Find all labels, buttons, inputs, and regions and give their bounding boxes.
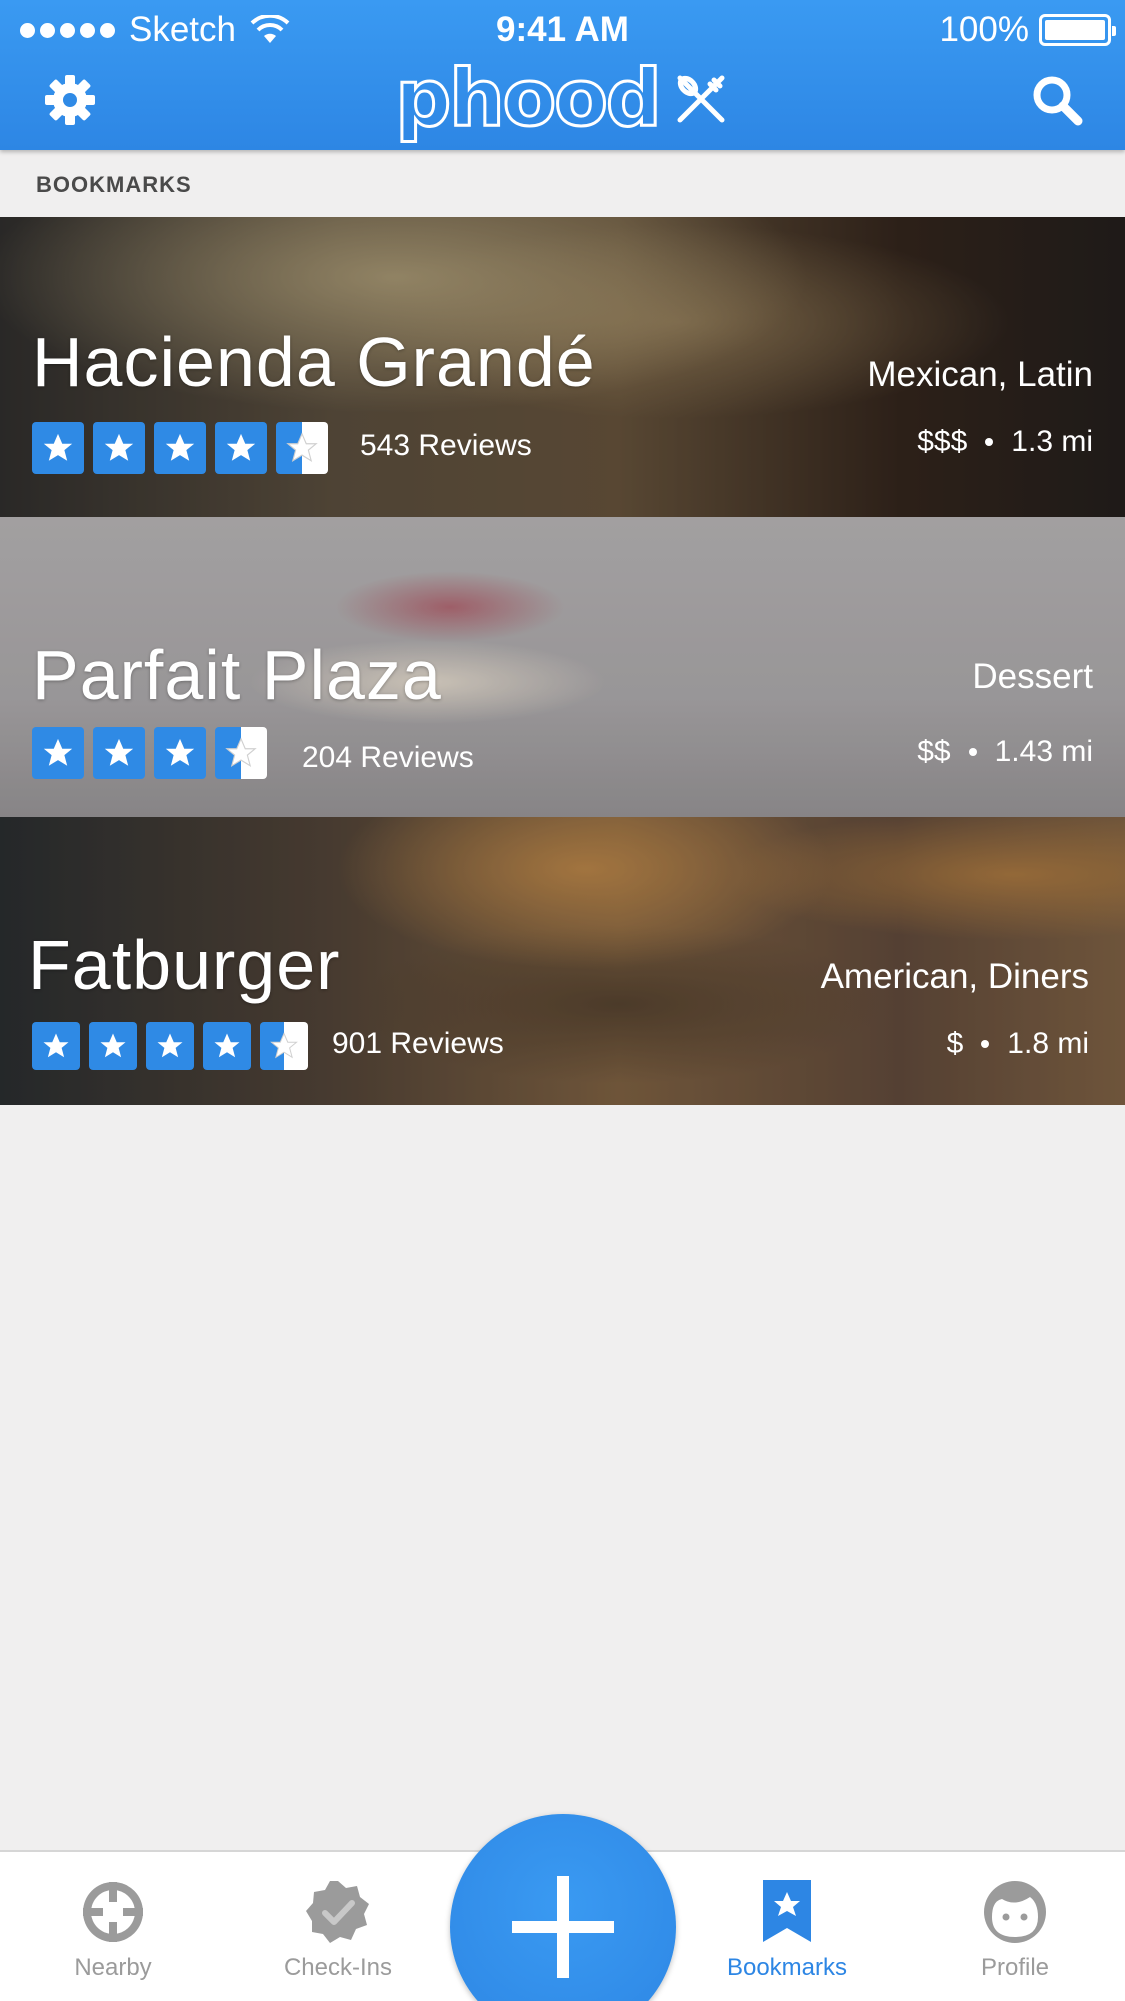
restaurant-cuisine: Dessert [972, 657, 1093, 696]
star-icon [32, 1022, 80, 1070]
rating-stars [32, 422, 328, 474]
crosshair-icon [77, 1876, 149, 1948]
app-logo: phood [0, 56, 1125, 141]
star-icon [93, 727, 145, 779]
battery-group: 100% [939, 10, 1116, 50]
bookmark-icon [751, 1876, 823, 1948]
separator-dot [981, 1040, 990, 1048]
price-level: $$ [917, 735, 951, 768]
battery-icon [1039, 14, 1116, 46]
logo-wordmark: phood [394, 53, 663, 144]
review-count: 901 Reviews [332, 1027, 504, 1060]
plus-icon [512, 1876, 614, 1978]
restaurant-cuisine: American, Diners [820, 957, 1089, 996]
face-icon [979, 1876, 1051, 1948]
rating-stars [32, 727, 267, 779]
battery-percent: 100% [939, 10, 1029, 49]
star-icon [146, 1022, 194, 1070]
utensils-logo-icon [677, 75, 725, 122]
star-icon [203, 1022, 251, 1070]
tab-bookmarks[interactable]: Bookmarks [697, 1852, 877, 2001]
half-star-icon [276, 422, 328, 474]
tab-nearby[interactable]: Nearby [23, 1852, 203, 2001]
star-icon [154, 422, 206, 474]
price-distance: $ 1.8 mi [947, 1027, 1089, 1061]
rating-stars [32, 1022, 308, 1070]
restaurant-name: Hacienda Grandé [32, 323, 596, 401]
section-label: BOOKMARKS [36, 172, 192, 197]
price-distance: $$ 1.43 mi [917, 735, 1093, 769]
star-icon [93, 422, 145, 474]
restaurant-name: Fatburger [28, 926, 341, 1004]
restaurant-name: Parfait Plaza [32, 636, 442, 714]
star-icon [215, 422, 267, 474]
tab-check-ins[interactable]: Check-Ins [248, 1852, 428, 2001]
price-distance: $$$ 1.3 mi [917, 425, 1093, 459]
distance: 1.43 mi [994, 735, 1093, 768]
separator-dot [968, 748, 977, 756]
review-count: 204 Reviews [302, 741, 474, 774]
status-bar: Sketch 9:41 AM 100% [0, 0, 1125, 60]
separator-dot [985, 438, 994, 446]
tab-label: Check-Ins [283, 1954, 393, 1981]
half-star-icon [260, 1022, 308, 1070]
review-count: 543 Reviews [360, 429, 532, 462]
price-level: $$$ [917, 425, 968, 458]
restaurant-card[interactable]: Parfait Plaza Dessert 204 Reviews $$ 1.4… [0, 517, 1125, 817]
app-header: Sketch 9:41 AM 100% phood [0, 0, 1125, 150]
price-level: $ [946, 1027, 964, 1060]
tab-label: Profile [980, 1954, 1050, 1981]
tab-label: Nearby [74, 1954, 152, 1981]
star-icon [32, 727, 84, 779]
restaurant-cuisine: Mexican, Latin [867, 355, 1093, 394]
tab-label: Bookmarks [726, 1954, 848, 1981]
star-icon [154, 727, 206, 779]
distance: 1.3 mi [1011, 425, 1093, 458]
half-star-icon [215, 727, 267, 779]
search-button[interactable] [1027, 70, 1087, 130]
star-icon [32, 422, 84, 474]
restaurant-card[interactable]: Hacienda Grandé Mexican, Latin 543 Revie… [0, 217, 1125, 517]
tab-profile[interactable]: Profile [925, 1852, 1105, 2001]
star-icon [89, 1022, 137, 1070]
search-icon [1033, 76, 1083, 126]
add-button[interactable] [450, 1814, 676, 2001]
restaurant-card[interactable]: Fatburger American, Diners 901 Reviews $… [0, 817, 1125, 1105]
badge-check-icon [302, 1876, 374, 1948]
distance: 1.8 mi [1007, 1027, 1089, 1060]
